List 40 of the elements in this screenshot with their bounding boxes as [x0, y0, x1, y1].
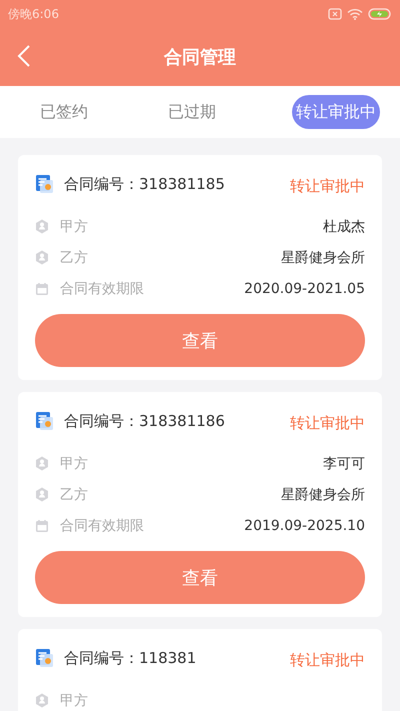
- calendar-icon: [35, 518, 49, 532]
- field-value: 杜成杰: [323, 218, 365, 236]
- person-icon: [35, 250, 49, 265]
- field-label: 甲方: [60, 218, 89, 236]
- page-title: 合同管理: [164, 46, 236, 69]
- field-value: 星爵健身会所: [281, 486, 365, 504]
- document-icon: [35, 174, 54, 194]
- tab[interactable]: 已过期: [164, 95, 220, 129]
- contract-status: 转让审批中: [290, 650, 365, 670]
- view-button[interactable]: 查看: [35, 314, 365, 367]
- field-label: 乙方: [60, 248, 89, 266]
- document-icon: [35, 648, 54, 668]
- back-icon[interactable]: [17, 45, 31, 67]
- view-button[interactable]: 查看: [35, 551, 365, 604]
- contract-number: 合同编号：318381185: [64, 174, 226, 194]
- person-icon: [35, 456, 49, 471]
- tab[interactable]: 转让审批中: [292, 95, 380, 129]
- tab[interactable]: 已签约: [36, 95, 92, 129]
- sim-icon: [328, 8, 342, 20]
- status-time: 傍晚6:06: [8, 6, 59, 22]
- field-value: 2019.09-2025.10: [244, 518, 365, 534]
- contract-status: 转让审批中: [290, 176, 365, 196]
- field-label: 合同有效期限: [60, 516, 145, 534]
- contract-number: 合同编号：318381186: [64, 412, 226, 430]
- field-value: 2020.09-2021.05: [244, 280, 365, 296]
- field-label: 乙方: [60, 486, 89, 504]
- contract-number: 合同编号：118381: [64, 648, 198, 668]
- field-label: 合同有效期限: [60, 280, 145, 298]
- person-icon: [35, 487, 49, 502]
- field-label: 甲方: [60, 454, 89, 472]
- field-value: 星爵健身会所: [281, 248, 365, 266]
- person-icon: [35, 693, 49, 708]
- battery-icon: [368, 8, 392, 20]
- wifi-icon: [347, 8, 363, 20]
- document-icon: [35, 411, 54, 431]
- field-label: 甲方: [60, 692, 89, 710]
- calendar-icon: [35, 282, 49, 296]
- field-value: 李可可: [323, 454, 365, 472]
- contract-status: 转让审批中: [290, 414, 365, 432]
- person-icon: [35, 219, 49, 234]
